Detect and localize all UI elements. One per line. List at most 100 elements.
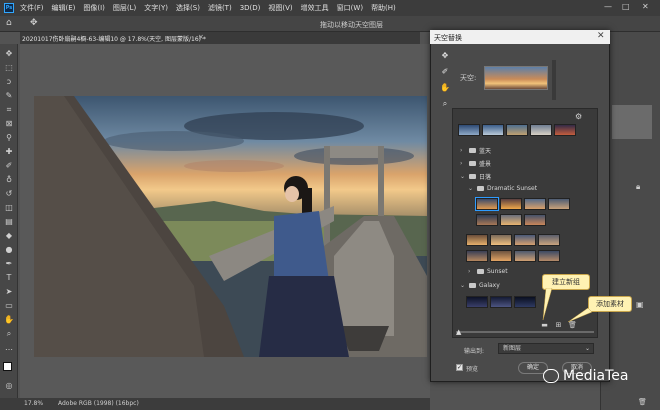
- shape-icon[interactable]: ▭: [3, 300, 15, 311]
- add-sky-icon[interactable]: ⊞: [554, 321, 563, 330]
- chevron-down-icon[interactable]: ⌄: [460, 173, 466, 180]
- marquee-icon[interactable]: ⬚: [3, 62, 15, 73]
- sky-thumb[interactable]: [500, 198, 522, 210]
- output-to-label: 输出到:: [464, 348, 485, 355]
- sky-thumb[interactable]: [490, 296, 512, 308]
- menu-edit[interactable]: 编辑(E): [52, 3, 76, 13]
- chevron-down-icon[interactable]: ⌄: [460, 282, 466, 289]
- group-sunset-sub[interactable]: › Sunset: [468, 268, 508, 275]
- sky-thumb[interactable]: [514, 296, 536, 308]
- tab-close-icon[interactable]: ×: [198, 33, 204, 41]
- sky-thumb[interactable]: [466, 234, 488, 246]
- dialog-zoom-icon[interactable]: ⌕: [439, 98, 451, 110]
- sky-thumb[interactable]: [490, 234, 512, 246]
- menu-view[interactable]: 视图(V): [268, 3, 292, 13]
- document-tab[interactable]: 20201017伤卧扇嗣4橱-63-编辑10 @ 17.8%(天空, 图层蒙版/…: [22, 34, 206, 43]
- chevron-right-icon[interactable]: ›: [468, 268, 474, 275]
- new-group-folder-icon[interactable]: ▬: [540, 321, 549, 330]
- zoom-level[interactable]: 17.8%: [24, 400, 43, 407]
- gear-icon[interactable]: ⚙: [575, 112, 582, 121]
- group-spectacular[interactable]: › 盛景: [460, 159, 491, 168]
- chevron-right-icon[interactable]: ›: [460, 147, 466, 154]
- gradient-icon[interactable]: ▤: [3, 216, 15, 227]
- eyedropper-icon[interactable]: ⚲: [3, 132, 15, 143]
- sky-thumb[interactable]: [514, 250, 536, 262]
- group-galaxy[interactable]: ⌄ Galaxy: [460, 282, 500, 289]
- sky-dropdown-arrow[interactable]: [552, 60, 556, 100]
- sky-thumb[interactable]: [490, 250, 512, 262]
- lock-icon[interactable]: 🔒︎: [636, 182, 640, 192]
- sky-thumb[interactable]: [466, 296, 488, 308]
- crop-icon[interactable]: ⌗: [3, 104, 15, 115]
- close-icon[interactable]: ✕: [642, 2, 649, 11]
- sky-thumb[interactable]: [530, 124, 552, 136]
- sky-thumb[interactable]: [466, 250, 488, 262]
- menu-type[interactable]: 文字(Y): [144, 3, 168, 13]
- sky-thumb[interactable]: [514, 234, 536, 246]
- menu-filter[interactable]: 滤镜(T): [208, 3, 232, 13]
- sky-thumb[interactable]: [524, 214, 546, 226]
- menu-image[interactable]: 图像(I): [83, 3, 105, 13]
- chevron-right-icon[interactable]: ›: [460, 160, 466, 167]
- foreground-color-swatch[interactable]: [3, 362, 12, 371]
- sky-thumb[interactable]: [458, 124, 480, 136]
- home-icon[interactable]: ⌂: [6, 18, 12, 28]
- move-icon[interactable]: ✥: [3, 48, 15, 59]
- type-icon[interactable]: T: [3, 272, 15, 283]
- sky-thumb[interactable]: [476, 214, 498, 226]
- menu-file[interactable]: 文件(F): [20, 3, 44, 13]
- group-dramatic-sunset[interactable]: ⌄ Dramatic Sunset: [468, 185, 537, 192]
- dialog-hand-icon[interactable]: ✋: [439, 82, 451, 94]
- move-tool-option-icon[interactable]: ✥: [30, 18, 38, 28]
- selected-sky-thumbnail[interactable]: [484, 66, 548, 90]
- slider-knob[interactable]: ▲: [456, 328, 461, 336]
- sky-thumb[interactable]: [554, 124, 576, 136]
- quick-mask-icon[interactable]: ◎: [3, 380, 15, 391]
- sky-thumb-selected[interactable]: [475, 197, 499, 211]
- lasso-icon[interactable]: ↄ: [3, 76, 15, 87]
- maximize-icon[interactable]: □: [622, 2, 630, 11]
- callout-pointer: [542, 288, 553, 321]
- stamp-icon[interactable]: ♁: [3, 174, 15, 185]
- more-icon[interactable]: …: [3, 342, 15, 353]
- chevron-down-icon[interactable]: ⌄: [468, 185, 474, 192]
- frame-icon[interactable]: ⊠: [3, 118, 15, 129]
- menu-window[interactable]: 窗口(W): [337, 3, 363, 13]
- blur-icon[interactable]: ◆: [3, 230, 15, 241]
- dialog-close-icon[interactable]: ✕: [597, 31, 605, 41]
- document-canvas-photo[interactable]: [34, 96, 427, 357]
- sky-move-icon[interactable]: ✥: [439, 50, 451, 62]
- thumbnail-size-slider[interactable]: [456, 331, 594, 333]
- dodge-icon[interactable]: ●: [3, 244, 15, 255]
- eraser-icon[interactable]: ◫: [3, 202, 15, 213]
- sky-thumb[interactable]: [548, 198, 570, 210]
- group-blue-sky[interactable]: › 蓝天: [460, 146, 491, 155]
- layer-panel-icon[interactable]: ▣: [636, 300, 644, 309]
- quick-select-icon[interactable]: ✎: [3, 90, 15, 101]
- sky-thumb[interactable]: [524, 198, 546, 210]
- preview-checkbox[interactable]: ✓: [456, 364, 463, 371]
- sky-thumb[interactable]: [538, 234, 560, 246]
- group-sunset[interactable]: ⌄ 日落: [460, 172, 491, 181]
- brush-icon[interactable]: ✐: [3, 160, 15, 171]
- menu-select[interactable]: 选择(S): [176, 3, 200, 13]
- zoom-icon[interactable]: ⌕: [3, 328, 15, 339]
- output-to-select[interactable]: 新图层 ⌄: [498, 343, 594, 354]
- pen-icon[interactable]: ✒: [3, 258, 15, 269]
- history-brush-icon[interactable]: ↺: [3, 188, 15, 199]
- sky-thumb[interactable]: [482, 124, 504, 136]
- minimize-icon[interactable]: —: [604, 2, 612, 11]
- menu-plugins[interactable]: 增效工具: [301, 3, 329, 13]
- menu-help[interactable]: 帮助(H): [371, 3, 396, 13]
- sky-brush-icon[interactable]: ✐: [439, 66, 451, 78]
- healing-icon[interactable]: ✚: [3, 146, 15, 157]
- menu-3d[interactable]: 3D(D): [240, 4, 261, 12]
- trash-icon-panel[interactable]: 🗑︎: [638, 398, 647, 406]
- hand-icon[interactable]: ✋: [3, 314, 15, 325]
- sky-thumb[interactable]: [506, 124, 528, 136]
- sky-thumb[interactable]: [538, 250, 560, 262]
- galaxy-row: [466, 296, 536, 308]
- sky-thumb[interactable]: [500, 214, 522, 226]
- menu-layer[interactable]: 图层(L): [113, 3, 136, 13]
- path-select-icon[interactable]: ➤: [3, 286, 15, 297]
